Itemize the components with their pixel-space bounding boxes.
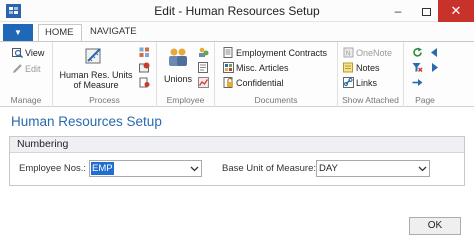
notes-label: Notes [356,62,380,73]
ribbon-group-employee: Unions Employee [157,42,215,107]
group-label-page: Page [415,95,435,105]
base-uom-field[interactable]: DAY [316,160,430,177]
ok-button[interactable]: OK [409,217,461,235]
units-label-line1: Human Res. Units [59,70,133,80]
group-label-documents: Documents [254,95,298,105]
onenote-button[interactable]: N OneNote [343,47,392,58]
confidential-button[interactable]: Confidential [223,77,284,88]
group-label-process: Process [89,95,120,105]
view-icon [12,48,23,58]
chevron-down-icon[interactable] [190,164,199,173]
units-label-line2: of Measure [73,80,119,90]
units-of-measure-button[interactable]: Human Res. Units of Measure [59,70,133,90]
contract-document-icon [223,47,233,58]
unions-button[interactable]: Unions [161,74,195,84]
misc-articles-label: Misc. Articles [236,62,289,73]
minimize-button[interactable]: – [384,0,412,22]
ribbon-group-process: Human Res. Units of Measure Process [53,42,157,107]
employee-nos-label: Employee Nos.: [19,163,87,174]
employee-action-icon-2[interactable] [198,62,209,73]
chevron-down-icon[interactable] [418,164,427,173]
confidential-label: Confidential [236,77,284,88]
notes-icon [343,62,353,73]
go-to-icon[interactable] [412,77,423,88]
onenote-icon: N [343,47,354,58]
app-menu-button[interactable]: ▼ [3,24,33,41]
maximize-icon [421,7,431,16]
misc-articles-button[interactable]: Misc. Articles [223,62,289,73]
notes-button[interactable]: Notes [343,62,380,73]
tab-navigate[interactable]: NAVIGATE [84,24,142,42]
edit-button[interactable]: Edit [12,63,41,74]
employee-nos-value: EMP [91,162,114,175]
page-title: Human Resources Setup [11,114,162,129]
base-uom-value: DAY [319,163,338,174]
next-record-icon[interactable] [429,62,440,73]
ribbon-tab-bar: ▼ HOME NAVIGATE [0,22,474,42]
unions-icon [169,48,187,66]
links-icon [343,77,354,88]
process-action-icon-2[interactable] [139,62,150,73]
employee-action-icon-3[interactable] [198,77,209,88]
group-label-show-attached: Show Attached [342,95,399,105]
employment-contracts-label: Employment Contracts [236,47,328,58]
ribbon: View Edit Manage Human Res. Units of Mea… [0,41,474,107]
refresh-icon[interactable] [412,47,423,58]
confidential-document-icon [223,77,233,88]
view-button[interactable]: View [12,47,44,58]
title-bar: Edit - Human Resources Setup – ✕ [0,0,474,22]
misc-articles-icon [223,62,234,73]
maximize-button[interactable] [412,0,440,22]
process-action-icon-3[interactable] [139,77,150,88]
edit-label: Edit [25,63,41,74]
links-button[interactable]: Links [343,77,377,88]
employee-nos-field[interactable]: EMP [89,160,202,177]
previous-record-icon[interactable] [429,47,440,58]
edit-pencil-icon [13,64,22,73]
group-label-employee: Employee [166,95,205,105]
units-of-measure-icon [85,48,101,64]
employment-contracts-button[interactable]: Employment Contracts [223,47,327,58]
clear-filter-icon[interactable] [412,62,423,73]
svg-text:N: N [346,50,351,58]
employee-action-icon-1[interactable] [198,47,209,58]
ribbon-group-manage: View Edit Manage [0,42,53,107]
onenote-label: OneNote [356,47,393,58]
ribbon-group-page: Page [404,42,446,107]
unions-label: Unions [163,74,192,84]
base-uom-label: Base Unit of Measure: [222,163,316,174]
close-button[interactable]: ✕ [438,0,474,22]
numbering-header[interactable]: Numbering [10,137,464,153]
view-label: View [25,47,45,58]
ribbon-group-documents: Employment Contracts Misc. Articles Conf… [215,42,338,107]
ribbon-group-show-attached: N OneNote Notes Links Show Attached [338,42,404,107]
process-action-icon-1[interactable] [139,47,150,58]
group-label-manage: Manage [10,95,42,105]
tab-home[interactable]: HOME [38,24,82,42]
links-label: Links [356,77,378,88]
